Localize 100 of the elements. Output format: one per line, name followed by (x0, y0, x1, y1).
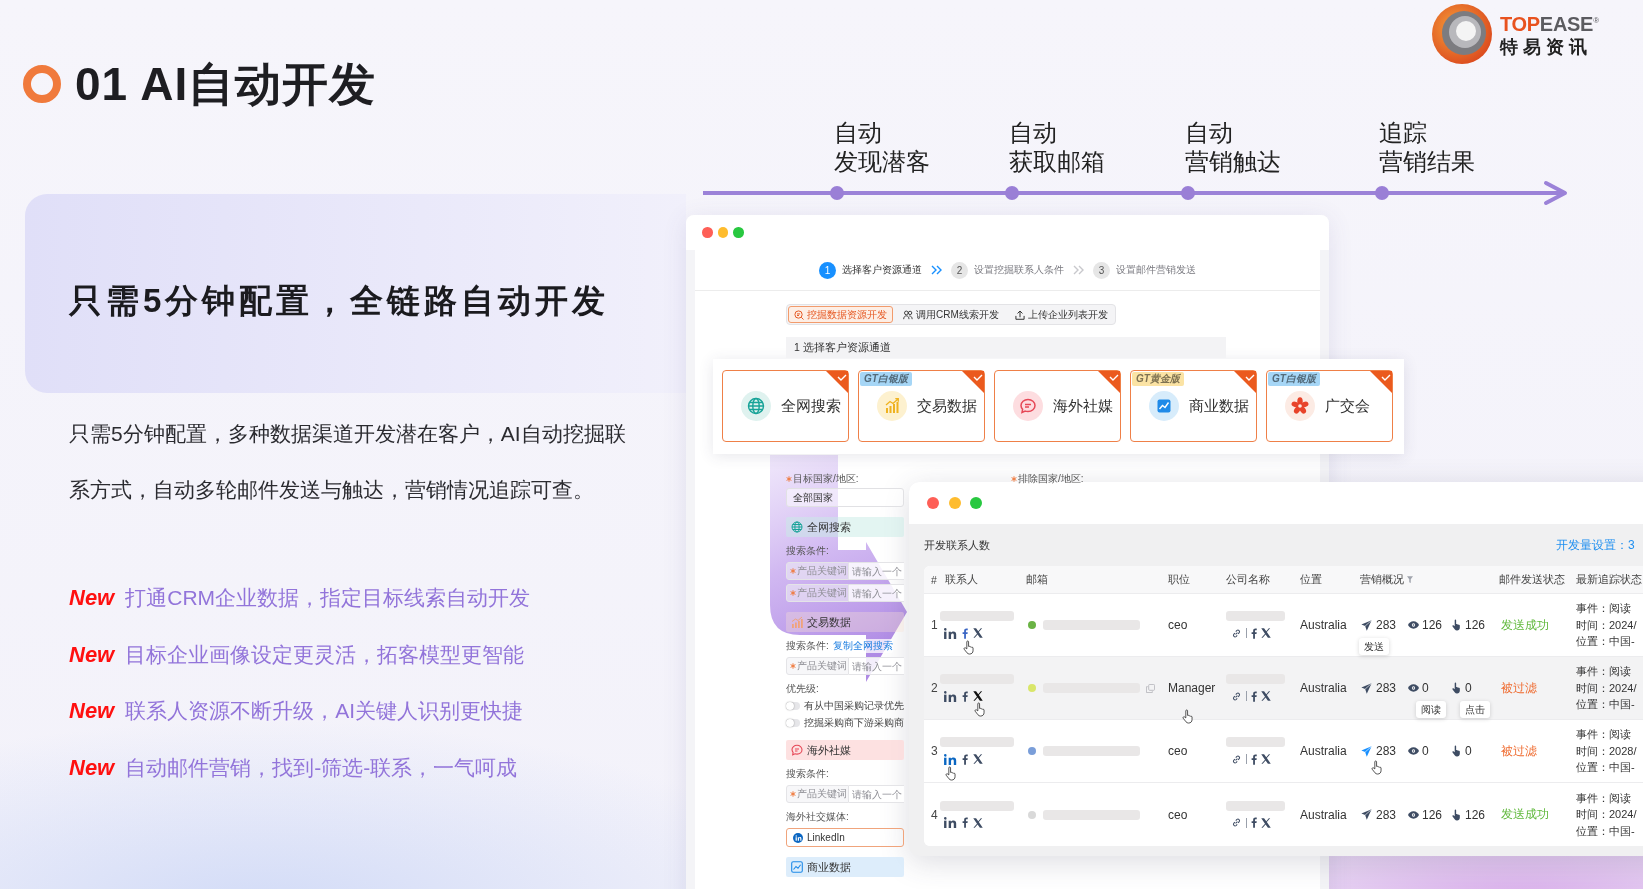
section-title: 1 选择客户资源通道 (786, 337, 1226, 358)
facebook-icon[interactable] (962, 690, 968, 702)
toggle-switch[interactable] (786, 719, 800, 727)
channel-label: 商业数据 (1189, 396, 1249, 416)
corner-check-icon (826, 371, 848, 393)
metric-value: 0 (1422, 744, 1429, 758)
ring-icon (23, 65, 61, 103)
step-label[interactable]: 设置邮件营销发送 (1116, 263, 1196, 277)
new-label: New (69, 584, 115, 612)
step-number[interactable]: 3 (1093, 261, 1110, 279)
step-label[interactable]: 选择客户资源通道 (842, 263, 922, 277)
source-tab[interactable]: 调用CRM线索开发 (897, 306, 1005, 323)
keyword-input[interactable]: 请输入一个 (849, 562, 904, 580)
column-header: # (931, 573, 937, 586)
metric-value: 0 (1465, 681, 1472, 695)
social-media-select[interactable]: LinkedIn (786, 828, 904, 847)
facebook-icon[interactable] (962, 817, 968, 828)
job-title: Manager (1168, 681, 1216, 695)
tracking-line: 时间：2024/ (1576, 617, 1637, 633)
line-chart-icon (1149, 391, 1179, 421)
tracking-line: 事件：阅读 (1576, 601, 1631, 617)
field-label: 目标国家/地区: (793, 472, 859, 486)
field-label: 搜索条件: (786, 639, 829, 653)
facebook-icon[interactable] (1251, 690, 1257, 702)
new-label: New (69, 697, 115, 725)
location-text: Australia (1300, 744, 1347, 758)
facebook-icon[interactable] (962, 753, 968, 765)
bar-chart-icon (791, 616, 803, 628)
column-header: 最新追踪状态 (1576, 572, 1642, 587)
metric-value: 283 (1376, 807, 1397, 822)
facebook-icon[interactable] (962, 627, 968, 639)
country-select[interactable]: 全部国家 (786, 488, 904, 507)
x-logo-icon[interactable] (973, 628, 983, 638)
timeline-label: 自动 营销触达 (1185, 118, 1281, 176)
linkedin-icon[interactable] (944, 753, 957, 765)
hand-cursor-icon (1371, 760, 1383, 775)
section-label: 交易数据 (807, 614, 851, 630)
field-label: 排除国家/地区: (1018, 472, 1084, 486)
keyword-label: 产品关键词 (797, 787, 847, 801)
copy-link[interactable]: 复制全网搜索 (832, 639, 893, 653)
logo-chinese-name: 特易资讯 (1500, 35, 1592, 58)
keyword-input[interactable]: 请输入一个 (849, 657, 904, 675)
link-icon[interactable] (1231, 753, 1242, 765)
logo-ring-icon (1431, 3, 1493, 65)
channel-card[interactable]: GT白银版 交易数据 (858, 370, 985, 442)
keyword-input[interactable]: 请输入一个 (849, 785, 904, 803)
facebook-icon[interactable] (1251, 753, 1257, 765)
line-chart-icon (791, 861, 803, 873)
column-header: 联系人 (945, 572, 978, 587)
x-logo-icon[interactable] (973, 817, 983, 828)
feature-text: 自动邮件营销，找到-筛选-联系，一气呵成 (125, 754, 518, 781)
linkedin-icon[interactable] (944, 690, 957, 702)
corner-check-icon (1234, 371, 1256, 393)
channel-card[interactable]: 海外社媒 (994, 370, 1121, 442)
section-label: 全网搜索 (807, 519, 851, 535)
row-number: 1 (931, 618, 938, 632)
tracking-line: 位置：中国- (1576, 760, 1635, 776)
close-button[interactable] (927, 497, 939, 509)
row-number: 2 (931, 681, 938, 695)
timeline-dot (1375, 186, 1389, 200)
close-button[interactable] (702, 227, 713, 238)
intro-heading: 只需5分钟配置，全链路自动开发 (69, 281, 610, 321)
x-logo-icon[interactable] (1261, 691, 1271, 701)
globe-icon (791, 521, 803, 533)
x-logo-icon[interactable] (1261, 628, 1271, 638)
chat-bubble-icon (1013, 391, 1043, 421)
location-text: Australia (1300, 618, 1347, 632)
send-status: 发送成功 (1500, 806, 1549, 823)
channel-card[interactable]: 全网搜索 (722, 370, 849, 442)
tracking-line: 时间：2024/ (1576, 807, 1637, 823)
step-number[interactable]: 2 (951, 261, 968, 279)
x-logo-icon[interactable] (973, 754, 983, 764)
facebook-icon[interactable] (1251, 817, 1257, 828)
x-logo-icon[interactable] (1261, 754, 1271, 764)
toggle-label: 有从中国采购记录优先 (804, 699, 904, 713)
link-icon[interactable] (1231, 817, 1242, 828)
link-icon[interactable] (1231, 690, 1242, 702)
link-icon[interactable] (1231, 627, 1242, 639)
channel-label: 全网搜索 (781, 396, 841, 416)
x-logo-icon[interactable] (973, 691, 983, 701)
x-logo-icon[interactable] (1261, 817, 1271, 828)
metric-value: 283 (1376, 744, 1397, 758)
new-label: New (69, 753, 115, 782)
channel-card[interactable]: GT白银版 广交会 (1266, 370, 1393, 442)
tracking-line: 事件：阅读 (1576, 727, 1631, 743)
metric-value: 0 (1465, 744, 1472, 758)
facebook-icon[interactable] (1251, 627, 1257, 639)
timeline-dot (1005, 186, 1019, 200)
channel-card[interactable]: GT黄金版 商业数据 (1130, 370, 1257, 442)
linkedin-icon[interactable] (944, 627, 957, 639)
field-label: 海外社交媒体: (786, 810, 849, 824)
source-tab[interactable]: 上传企业列表开发 (1008, 306, 1114, 323)
blurred-company-bar (1226, 611, 1285, 621)
hand-cursor-icon (963, 639, 975, 655)
toggle-label: 挖掘采购商下游采购商 (804, 716, 904, 730)
linkedin-icon[interactable] (944, 817, 957, 828)
step-label[interactable]: 设置挖掘联系人条件 (974, 263, 1064, 277)
tracking-line: 时间：2024/ (1576, 680, 1637, 696)
toggle-switch[interactable] (786, 702, 800, 710)
section-label: 商业数据 (807, 859, 851, 875)
